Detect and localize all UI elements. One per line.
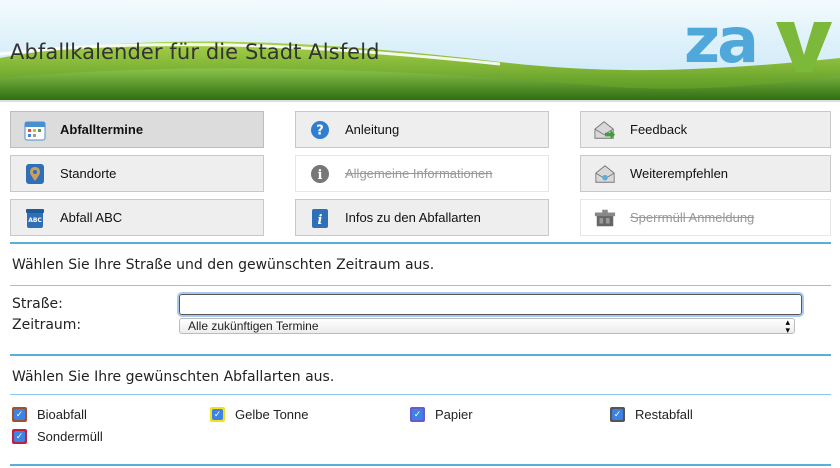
checkbox-papier[interactable]: ✓	[410, 407, 425, 422]
bulky-waste-icon	[594, 207, 616, 229]
nav-button-feedback[interactable]: Feedback	[580, 111, 831, 148]
page-title: Abfallkalender für die Stadt Alsfeld	[10, 40, 380, 64]
checkmark-icon: ✓	[412, 409, 423, 420]
street-input[interactable]	[177, 292, 804, 317]
section-divider	[10, 242, 831, 244]
location-icon	[24, 163, 46, 185]
nav-label: Weiterempfehlen	[630, 166, 729, 181]
nav-button-abfalltermine[interactable]: Abfalltermine	[10, 111, 264, 148]
nav-button-anleitung[interactable]: ? Anleitung	[295, 111, 549, 148]
nav-label: Feedback	[630, 122, 688, 137]
nav-button-weiterempfehlen[interactable]: Weiterempfehlen	[580, 155, 831, 192]
checkmark-icon: ✓	[212, 409, 223, 420]
step2-heading: Wählen Sie Ihre gewünschten Abfallarten …	[12, 369, 335, 385]
nav-button-infos-abfallarten[interactable]: i Infos zu den Abfallarten	[295, 199, 549, 236]
nav-label: Infos zu den Abfallarten	[345, 210, 481, 225]
waste-type-label: Bioabfall	[37, 407, 87, 422]
nav-label: Anleitung	[345, 122, 400, 137]
info-icon: i	[309, 163, 331, 185]
header-banner: Abfallkalender für die Stadt Alsfeld za	[0, 0, 840, 100]
feedback-icon	[594, 119, 616, 141]
checkbox-gelbe-tonne[interactable]: ✓	[210, 407, 225, 422]
info-card-icon: i	[309, 207, 331, 229]
period-label: Zeitraum:	[12, 317, 82, 333]
nav-label: Abfalltermine	[60, 122, 144, 137]
nav-label: Allgemeine Informationen	[345, 166, 493, 181]
checkmark-icon: ✓	[14, 409, 25, 420]
recommend-icon	[594, 163, 616, 185]
waste-type-label: Restabfall	[635, 407, 693, 422]
nav-button-abfall-abc[interactable]: ABC Abfall ABC	[10, 199, 264, 236]
street-label: Straße:	[12, 296, 63, 312]
select-arrows-icon: ▴ ▾	[785, 317, 790, 335]
nav-label: Standorte	[60, 166, 117, 181]
checkbox-sondermuell[interactable]: ✓	[12, 429, 27, 444]
period-select-value: Alle zukünftigen Termine	[188, 319, 319, 333]
waste-type-label: Sondermüll	[37, 429, 103, 444]
waste-type-bioabfall[interactable]: ✓ Bioabfall	[12, 407, 87, 422]
svg-text:?: ?	[316, 123, 324, 138]
checkbox-restabfall[interactable]: ✓	[610, 407, 625, 422]
section-divider	[10, 464, 831, 466]
zav-logo: za	[684, 4, 834, 84]
abc-icon: ABC	[24, 207, 46, 229]
nav-button-standorte[interactable]: Standorte	[10, 155, 264, 192]
checkmark-icon: ✓	[612, 409, 623, 420]
period-select[interactable]: Alle zukünftigen Termine ▴ ▾	[179, 317, 795, 335]
nav-button-allgemeine-informationen[interactable]: i Allgemeine Informationen	[295, 155, 549, 192]
nav-button-sperrmuell-anmeldung[interactable]: Sperrmüll Anmeldung	[580, 199, 831, 236]
help-icon: ?	[309, 119, 331, 141]
waste-type-papier[interactable]: ✓ Papier	[410, 407, 473, 422]
waste-type-sondermuell[interactable]: ✓ Sondermüll	[12, 429, 103, 444]
calendar-icon	[24, 119, 46, 141]
section-divider	[10, 354, 831, 356]
section-divider	[10, 285, 831, 286]
waste-type-gelbe-tonne[interactable]: ✓ Gelbe Tonne	[210, 407, 309, 422]
svg-text:i: i	[318, 213, 323, 228]
checkmark-icon: ✓	[14, 431, 25, 442]
waste-type-restabfall[interactable]: ✓ Restabfall	[610, 407, 693, 422]
header-divider	[0, 100, 840, 102]
svg-text:i: i	[318, 168, 323, 183]
nav-label: Sperrmüll Anmeldung	[630, 210, 755, 225]
section-divider	[10, 394, 831, 395]
waste-type-label: Papier	[435, 407, 473, 422]
nav-label: Abfall ABC	[60, 210, 123, 225]
svg-text:za: za	[684, 10, 756, 77]
waste-type-label: Gelbe Tonne	[235, 407, 309, 422]
step1-heading: Wählen Sie Ihre Straße und den gewünscht…	[12, 257, 435, 273]
checkbox-bioabfall[interactable]: ✓	[12, 407, 27, 422]
svg-text:ABC: ABC	[28, 217, 42, 224]
